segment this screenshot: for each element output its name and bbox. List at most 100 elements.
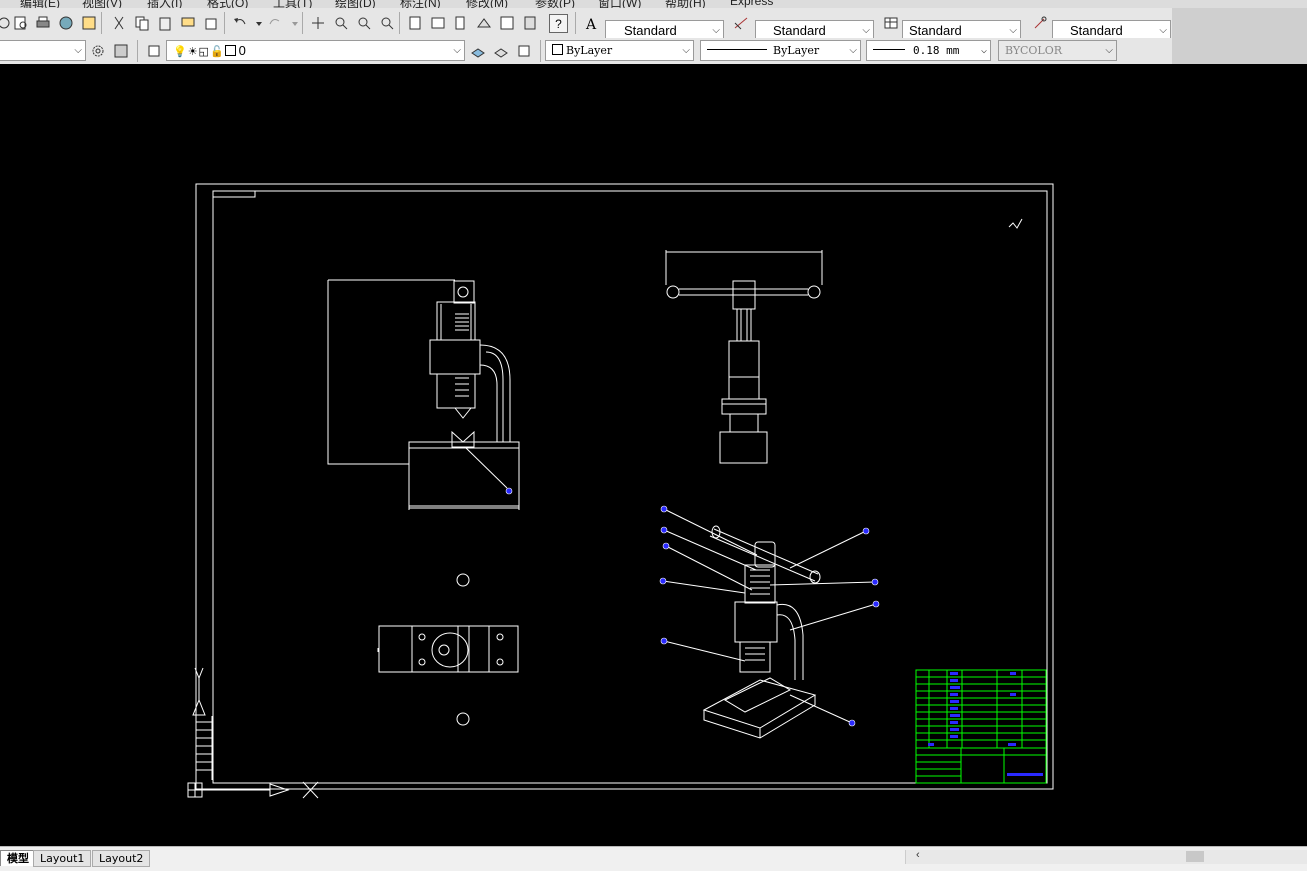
roughness-symbol — [1008, 218, 1023, 229]
separator — [399, 12, 400, 34]
linetype-value: ByLayer — [773, 44, 820, 57]
menu-modify[interactable]: 修改(M) — [466, 0, 508, 8]
pan-icon[interactable] — [309, 14, 326, 31]
grip-point[interactable] — [871, 578, 879, 586]
menu-edit[interactable]: 编辑(E) — [20, 0, 60, 8]
grip-point[interactable] — [659, 577, 667, 585]
linetype-dropdown[interactable]: ByLayer ⌵ — [700, 40, 861, 61]
grip-point[interactable] — [862, 527, 870, 535]
isometric-view — [702, 525, 821, 739]
make-layer-current-icon[interactable] — [469, 42, 486, 59]
grip-point[interactable] — [872, 600, 880, 608]
markup-icon[interactable] — [498, 14, 515, 31]
scroll-thumb[interactable] — [1186, 851, 1204, 862]
tab-layout2[interactable]: Layout2 — [92, 850, 151, 867]
menu-format[interactable]: 格式(O) — [207, 0, 248, 8]
standard-toolbar: ? A Standard ⌵ Standard ⌵ Standard ⌵ Standa… — [0, 8, 1307, 41]
menu-insert[interactable]: 插入(I) — [147, 0, 182, 8]
paste-icon[interactable] — [156, 14, 173, 31]
lineweight-preview — [873, 49, 905, 50]
gear-icon[interactable] — [89, 42, 106, 59]
undo-dropdown-icon[interactable] — [250, 14, 267, 31]
menu-window[interactable]: 窗口(W) — [598, 0, 641, 8]
leader-grips — [505, 487, 880, 727]
tab-model[interactable]: 模型 — [0, 850, 36, 866]
layer-previous-icon[interactable] — [492, 42, 509, 59]
multileader-style-icon[interactable] — [1031, 14, 1048, 31]
redo-icon[interactable] — [266, 14, 283, 31]
menu-draw[interactable]: 绘图(D) — [335, 0, 376, 8]
calculator-icon[interactable] — [521, 14, 538, 31]
grip-point[interactable] — [848, 719, 856, 727]
redo-dropdown-icon[interactable] — [286, 14, 303, 31]
menu-dimension[interactable]: 标注(N) — [400, 0, 441, 8]
publish-icon[interactable] — [57, 14, 74, 31]
design-center-icon[interactable] — [429, 14, 446, 31]
menu-express[interactable]: Express — [730, 0, 773, 8]
dim-style-icon[interactable] — [732, 14, 749, 31]
grip-point[interactable] — [662, 542, 670, 550]
plot-preview-icon[interactable] — [12, 14, 29, 31]
menu-parameters[interactable]: 参数(P) — [535, 0, 575, 8]
scroll-left-icon[interactable]: ‹ — [916, 849, 920, 861]
workspace-settings-icon[interactable] — [112, 42, 129, 59]
cut-icon[interactable] — [110, 14, 127, 31]
chevron-down-icon: ⌵ — [849, 45, 857, 56]
zoom-window-icon[interactable] — [355, 14, 372, 31]
zoom-previous-icon[interactable] — [378, 14, 395, 31]
linetype-preview — [707, 49, 767, 50]
title-block-text-marks — [928, 672, 1043, 776]
plotstyle-dropdown: BYCOLOR ⌵ — [998, 40, 1117, 61]
layer-dropdown[interactable]: 💡☀◱🔓 0 ⌵ — [166, 40, 465, 61]
color-swatch — [552, 44, 563, 55]
copy-icon[interactable] — [133, 14, 150, 31]
grip-point[interactable] — [660, 505, 668, 513]
menu-bar: 编辑(E) 视图(V) 插入(I) 格式(O) 工具(T) 绘图(D) 标注(N… — [0, 0, 1307, 8]
separator — [224, 12, 225, 34]
grip-point[interactable] — [660, 637, 668, 645]
text-style-icon[interactable]: A — [583, 14, 600, 31]
tab-layout1[interactable]: Layout1 — [33, 850, 92, 867]
ucs-icon — [187, 667, 319, 799]
horizontal-scrollbar[interactable]: ‹ — [905, 849, 1307, 864]
chevron-down-icon: ⌵ — [453, 45, 461, 56]
color-dropdown[interactable]: ByLayer ⌵ — [545, 40, 694, 61]
layers-properties-toolbar: ⌵ 💡☀◱🔓 0 ⌵ ByLayer ⌵ ByLayer ⌵ 0.18 mm ⌵ BYCO… — [0, 38, 1307, 64]
chevron-down-icon: ⌵ — [980, 45, 987, 56]
table-style-icon[interactable] — [882, 14, 899, 31]
print-icon[interactable] — [34, 14, 51, 31]
sheet-set-icon[interactable] — [475, 14, 492, 31]
toolbar-empty-area — [1172, 8, 1307, 64]
grip-point[interactable] — [660, 526, 668, 534]
frame-corner-mark — [213, 191, 256, 198]
open-icon[interactable] — [0, 14, 12, 31]
menu-view[interactable]: 视图(V) — [82, 0, 122, 8]
lineweight-dropdown[interactable]: 0.18 mm ⌵ — [866, 40, 991, 61]
help-button[interactable]: ? — [549, 14, 568, 33]
separator — [101, 12, 102, 34]
menu-help[interactable]: 帮助(H) — [665, 0, 706, 8]
workspace-dropdown[interactable]: ⌵ — [0, 40, 86, 61]
top-view — [377, 573, 519, 726]
block-editor-icon[interactable] — [202, 14, 219, 31]
chevron-down-icon: ⌵ — [74, 45, 82, 56]
match-properties-icon[interactable] — [179, 14, 196, 31]
drawing-svg — [187, 183, 1054, 799]
layer-color-swatch — [224, 45, 236, 56]
tool-palettes-icon[interactable] — [452, 14, 469, 31]
zoom-realtime-icon[interactable] — [332, 14, 349, 31]
lineweight-value: 0.18 mm — [913, 44, 960, 57]
menu-tools[interactable]: 工具(T) — [273, 0, 312, 8]
layer-state-icons: 💡☀◱🔓 — [173, 46, 225, 58]
separator — [302, 12, 303, 34]
layer-manager-icon[interactable] — [146, 42, 163, 59]
separator — [137, 40, 138, 62]
layer-state-icon[interactable] — [515, 42, 532, 59]
drawing-canvas[interactable] — [0, 66, 1307, 846]
properties-icon[interactable] — [406, 14, 423, 31]
side-view — [665, 250, 823, 464]
etransmit-icon[interactable] — [80, 14, 97, 31]
undo-icon[interactable] — [231, 14, 248, 31]
layout-tabs-bar: 模型 Layout1 Layout2 ‹ — [0, 846, 1307, 871]
grip-point[interactable] — [505, 487, 513, 495]
